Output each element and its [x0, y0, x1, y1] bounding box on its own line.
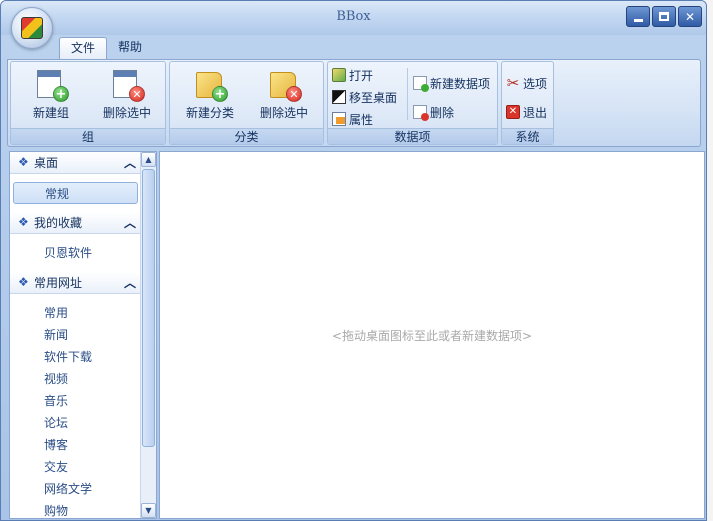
maximize-button[interactable] [652, 6, 676, 27]
sidebar-section-common-urls[interactable]: ❖ 常用网址 ︿ [10, 272, 140, 294]
sidebar-item-general[interactable]: 常规 [13, 182, 138, 204]
title-bar: BBox ✕ [1, 1, 706, 35]
divider [407, 68, 408, 120]
sidebar-item-music[interactable]: 音乐 [10, 390, 140, 412]
menu-tabs: 文件 帮助 [59, 37, 153, 59]
new-data-item-label: 新建数据项 [430, 76, 491, 91]
sidebar-item-web-literature[interactable]: 网络文学 [10, 478, 140, 500]
delete-group-button[interactable]: ✕ 删除选中 [91, 66, 163, 124]
sidebar-item-bainsoft[interactable]: 贝恩软件 [10, 242, 140, 264]
new-category-button[interactable]: + 新建分类 [174, 66, 246, 124]
sidebar-section-desktop[interactable]: ❖ 桌面 ︿ [10, 152, 140, 174]
delete-data-item-button[interactable]: 删除 [413, 102, 454, 122]
new-data-item-button[interactable]: 新建数据项 [413, 73, 490, 93]
options-label: 选项 [523, 76, 548, 91]
empty-placeholder-text: <拖动桌面图标至此或者新建数据项> [331, 329, 533, 343]
sidebar-list: ❖ 桌面 ︿ 常规 ❖ 我的收藏 ︿ 贝恩软件 ❖ 常用网址 ︿ 常用 新闻 软… [10, 152, 140, 518]
move-to-desktop-button[interactable]: 移至桌面 [332, 87, 397, 107]
close-icon: ✕ [684, 9, 696, 24]
open-button[interactable]: 打开 [332, 65, 373, 85]
section-title: 桌面 [34, 156, 59, 170]
delete-group-label: 删除选中 [102, 106, 151, 120]
sidebar-item-dating[interactable]: 交友 [10, 456, 140, 478]
delete-window-icon: ✕ [113, 70, 145, 102]
app-window: BBox ✕ 文件 帮助 + 新建组 ✕ 删除选中 组 + 新建分类 ✕ 删除选… [0, 0, 707, 521]
exit-label: 退出 [523, 105, 548, 120]
sidebar-item-common[interactable]: 常用 [10, 302, 140, 324]
ribbon-group-data-item: 打开 移至桌面 属性 新建数据项 删除 数据项 [327, 61, 498, 145]
group-label-group: 组 [11, 128, 165, 144]
group-label-system: 系统 [502, 128, 553, 144]
diamond-icon: ❖ [18, 155, 29, 169]
maximize-icon [659, 12, 669, 21]
new-group-label: 新建组 [32, 106, 69, 120]
sidebar-item-blog[interactable]: 博客 [10, 434, 140, 456]
window-controls: ✕ [626, 6, 702, 27]
sidebar-section-favorites[interactable]: ❖ 我的收藏 ︿ [10, 212, 140, 234]
delete-item-icon [413, 105, 429, 121]
diamond-icon: ❖ [18, 275, 29, 289]
app-menu-button[interactable] [11, 7, 53, 49]
close-button[interactable]: ✕ [678, 6, 702, 27]
group-label-data-item: 数据项 [328, 128, 497, 144]
options-icon: ✂ [506, 74, 520, 92]
ribbon-group-category: + 新建分类 ✕ 删除选中 分类 [169, 61, 324, 145]
sidebar-item-news[interactable]: 新闻 [10, 324, 140, 346]
exit-button[interactable]: ✕ 退出 [506, 102, 547, 122]
collapse-icon[interactable]: ︿ [124, 152, 136, 174]
window-title: BBox [336, 9, 371, 24]
move-to-desktop-label: 移至桌面 [349, 90, 398, 105]
delete-category-button[interactable]: ✕ 删除选中 [248, 66, 320, 124]
move-to-desktop-icon [332, 90, 346, 104]
options-button[interactable]: ✂ 选项 [506, 73, 547, 93]
properties-icon [332, 112, 346, 126]
diamond-icon: ❖ [18, 215, 29, 229]
ribbon: + 新建组 ✕ 删除选中 组 + 新建分类 ✕ 删除选中 分类 打开 移至桌面 … [7, 59, 701, 147]
new-window-icon: + [37, 70, 69, 102]
exit-icon: ✕ [506, 105, 520, 119]
section-title: 我的收藏 [34, 216, 83, 230]
delete-data-item-label: 删除 [430, 105, 455, 120]
group-label-category: 分类 [170, 128, 323, 144]
sidebar-item-forum[interactable]: 论坛 [10, 412, 140, 434]
open-icon [332, 68, 346, 82]
new-category-label: 新建分类 [185, 106, 234, 120]
properties-button[interactable]: 属性 [332, 109, 373, 129]
app-logo-icon [21, 17, 43, 39]
sidebar: ❖ 桌面 ︿ 常规 ❖ 我的收藏 ︿ 贝恩软件 ❖ 常用网址 ︿ 常用 新闻 软… [9, 151, 157, 519]
sidebar-item-shopping[interactable]: 购物 [10, 500, 140, 518]
new-item-icon [413, 76, 429, 92]
delete-category-label: 删除选中 [259, 106, 308, 120]
sidebar-item-software-download[interactable]: 软件下载 [10, 346, 140, 368]
sidebar-scrollbar[interactable]: ▲ ▼ [140, 152, 156, 518]
scroll-down-icon[interactable]: ▼ [141, 503, 156, 518]
collapse-icon[interactable]: ︿ [124, 272, 136, 294]
ribbon-group-system: ✂ 选项 ✕ 退出 系统 [501, 61, 554, 145]
minimize-button[interactable] [626, 6, 650, 27]
tab-help[interactable]: 帮助 [107, 37, 153, 59]
section-title: 常用网址 [34, 276, 83, 290]
main-content-area[interactable]: <拖动桌面图标至此或者新建数据项> [159, 151, 705, 519]
properties-label: 属性 [349, 112, 374, 127]
delete-folder-icon: ✕ [270, 70, 302, 102]
scroll-up-icon[interactable]: ▲ [141, 152, 156, 167]
scrollbar-thumb[interactable] [142, 169, 155, 447]
minimize-icon [633, 18, 643, 22]
sidebar-item-video[interactable]: 视频 [10, 368, 140, 390]
ribbon-group-group: + 新建组 ✕ 删除选中 组 [10, 61, 166, 145]
tab-file[interactable]: 文件 [59, 37, 108, 59]
collapse-icon[interactable]: ︿ [124, 212, 136, 234]
open-label: 打开 [349, 68, 374, 83]
new-group-button[interactable]: + 新建组 [15, 66, 87, 124]
new-folder-icon: + [196, 70, 228, 102]
